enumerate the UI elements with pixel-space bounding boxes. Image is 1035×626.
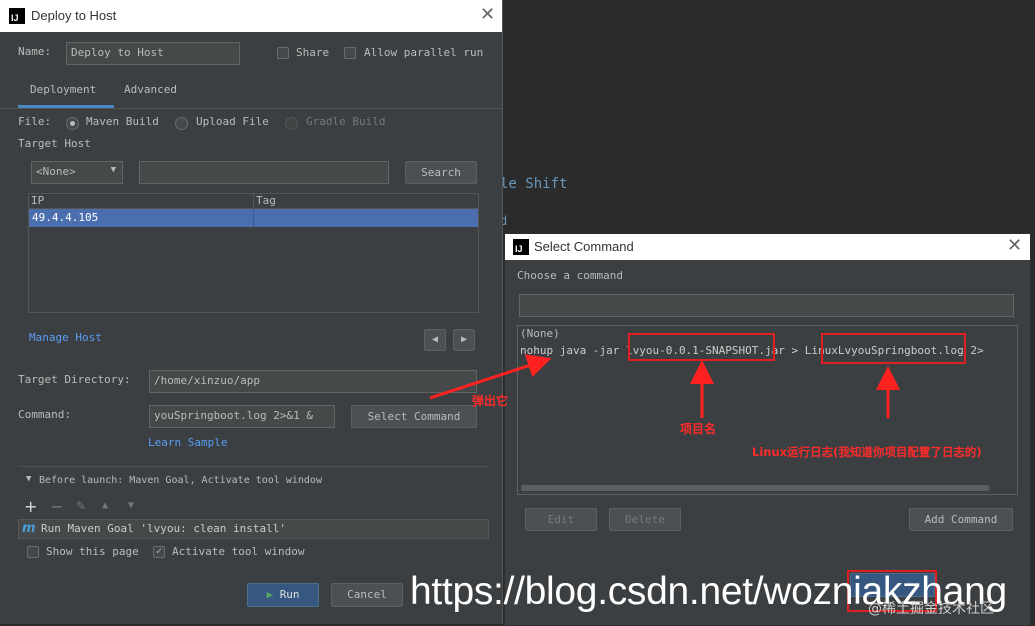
popup-annotation: 弹出它 (472, 394, 509, 408)
linux-log-annotation: Linux运行日志(我知道你项目配置了日志的) (752, 445, 982, 459)
project-name-annotation: 项目名 (680, 422, 717, 436)
juejin-watermark: @稀土掘金技术社区 (868, 601, 994, 617)
annotation-arrows (429, 354, 900, 418)
